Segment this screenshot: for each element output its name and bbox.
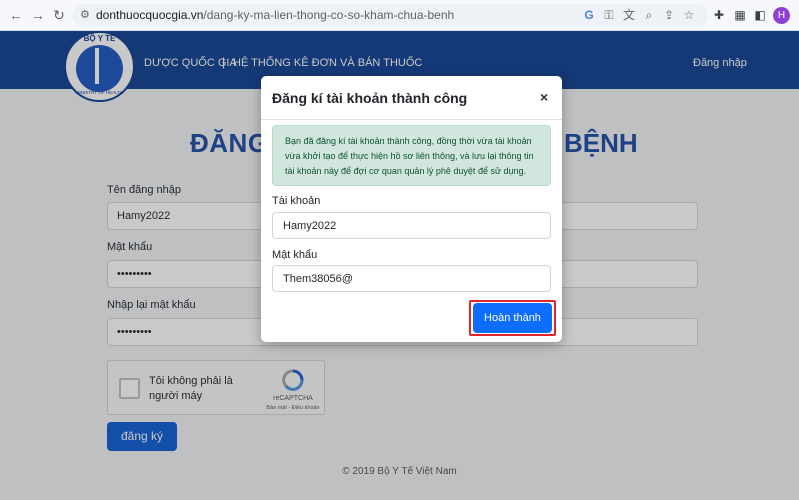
url-text[interactable]: donthuocquocgia.vn/dang-ky-ma-lien-thong…	[96, 8, 454, 22]
browser-toolbar: ← → ↻ ⚙ donthuocquocgia.vn/dang-ky-ma-li…	[0, 0, 799, 31]
modal-password-field[interactable]: Them38056@	[272, 265, 551, 292]
google-icon[interactable]: G	[582, 8, 596, 22]
tune-icon[interactable]: ⚙	[80, 8, 90, 21]
modal-header: Đăng kí tài khoản thành công ×	[261, 76, 562, 120]
star-icon[interactable]: ☆	[682, 8, 696, 22]
modal-title: Đăng kí tài khoản thành công	[272, 90, 468, 106]
close-icon[interactable]: ×	[540, 89, 548, 105]
share-icon[interactable]: ⇪	[662, 8, 676, 22]
extension-grid-icon[interactable]: ▦	[733, 8, 747, 22]
sidebar-icon[interactable]: ◧	[753, 8, 767, 22]
finish-button[interactable]: Hoàn thành	[473, 303, 552, 333]
key-icon[interactable]: ⚿	[602, 8, 616, 22]
profile-avatar[interactable]: H	[773, 7, 790, 24]
address-bar[interactable]: ⚙ donthuocquocgia.vn/dang-ky-ma-lien-tho…	[72, 4, 708, 27]
forward-icon[interactable]: →	[30, 7, 46, 23]
modal-password-label: Mật khẩu	[272, 249, 318, 261]
account-field[interactable]: Hamy2022	[272, 212, 551, 239]
success-alert: Bạn đã đăng kí tài khoản thành công, đồn…	[272, 125, 551, 186]
success-modal: Đăng kí tài khoản thành công × Bạn đã đă…	[261, 76, 562, 342]
extensions-icon[interactable]: ✚	[712, 8, 726, 22]
reload-icon[interactable]: ↻	[51, 7, 67, 23]
translate-icon[interactable]: 文	[622, 8, 636, 22]
zoom-icon[interactable]: ⌕	[642, 8, 656, 22]
back-icon[interactable]: ←	[8, 7, 24, 23]
account-label: Tài khoản	[272, 195, 321, 207]
